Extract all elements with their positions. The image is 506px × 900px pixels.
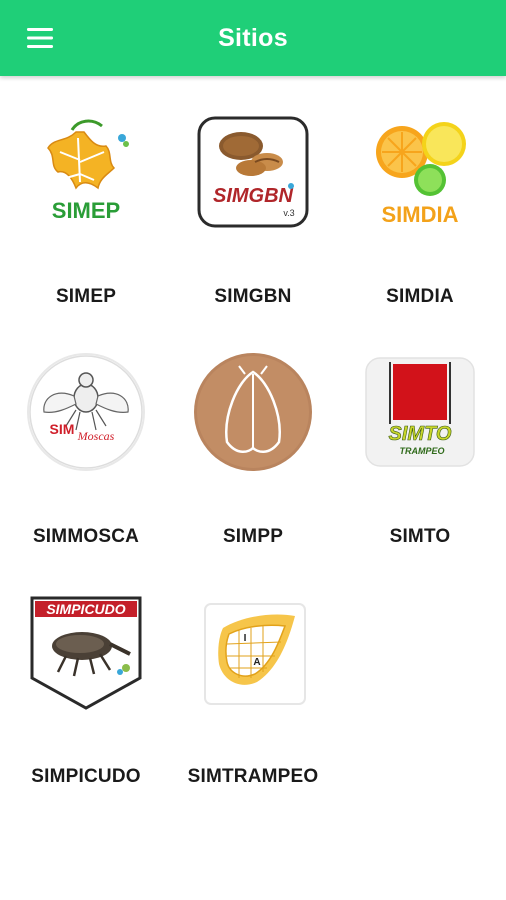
- simmosca-logo-text: SIM: [50, 421, 75, 437]
- simgbn-logo: SIMGBN v.3: [193, 112, 313, 232]
- site-tile-simto[interactable]: SIMTO TRAMPEO SIMTO: [336, 316, 504, 554]
- ivy-leaf-logo-icon: SIMEP: [47, 119, 129, 223]
- simdia-logo-text: SIMDIA: [382, 202, 459, 227]
- simpicudo-logo-text: SIMPICUDO: [46, 601, 125, 617]
- site-tile-simgbn[interactable]: SIMGBN v.3 SIMGBN: [169, 76, 337, 314]
- page-title: Sitios: [218, 23, 288, 52]
- simtrampeo-logo-text-a: I: [244, 633, 247, 644]
- site-tile-simmosca[interactable]: SIM Moscas SIMMOSCA: [2, 316, 170, 554]
- pecan-nut-logo-icon: SIMGBN v.3: [197, 116, 309, 228]
- simto-logo: SIMTO TRAMPEO: [360, 352, 480, 472]
- site-label: SIMPICUDO: [31, 766, 141, 787]
- moth-logo-icon: [194, 353, 312, 471]
- simmosca-logo: SIM Moscas: [26, 352, 146, 472]
- simpp-logo: [193, 352, 313, 472]
- site-label: SIMPP: [222, 526, 284, 547]
- site-label: SIMMOSCA: [32, 526, 140, 547]
- simdia-logo: SIMDIA: [360, 112, 480, 232]
- weevil-logo-icon: SIMPICUDO: [30, 596, 142, 710]
- simgbn-logo-subtext: v.3: [283, 208, 294, 218]
- fly-logo-icon: SIM Moscas: [27, 353, 145, 471]
- site-label: SIMGBN: [214, 286, 292, 307]
- simto-logo-text: SIMTO: [389, 423, 452, 445]
- simmosca-logo-subtext: Moscas: [77, 429, 115, 443]
- trap-logo-icon: SIMTO TRAMPEO: [365, 357, 475, 467]
- site-label: SIMDIA: [386, 286, 454, 307]
- site-label: SIMEP: [55, 286, 117, 307]
- site-tile-simpicudo[interactable]: SIMPICUDO SIMPICUDO: [2, 556, 170, 794]
- simtrampeo-logo-text-b: A: [253, 657, 260, 668]
- simto-logo-subtext: TRAMPEO: [400, 446, 445, 456]
- site-tile-simtrampeo[interactable]: I A SIMTRAMPEO: [169, 556, 337, 794]
- site-label: SIMTRAMPEO: [187, 766, 319, 787]
- site-label: SIMTO: [389, 526, 451, 547]
- site-tile-simdia[interactable]: SIMDIA SIMDIA: [336, 76, 504, 314]
- trap-grid-logo-icon: I A: [204, 603, 306, 705]
- simep-logo: SIMEP: [26, 112, 146, 232]
- app-bar: Sitios: [0, 0, 506, 76]
- simtrampeo-logo: I A: [193, 592, 313, 712]
- site-tile-simep[interactable]: SIMEP SIMEP: [2, 76, 170, 314]
- simep-logo-text: SIMEP: [52, 198, 120, 223]
- site-tile-simpp[interactable]: SIMPP: [169, 316, 337, 554]
- simpicudo-logo: SIMPICUDO: [26, 592, 146, 712]
- simgbn-logo-text: SIMGBN: [213, 185, 294, 207]
- citrus-fruit-logo-icon: SIMDIA: [376, 122, 466, 227]
